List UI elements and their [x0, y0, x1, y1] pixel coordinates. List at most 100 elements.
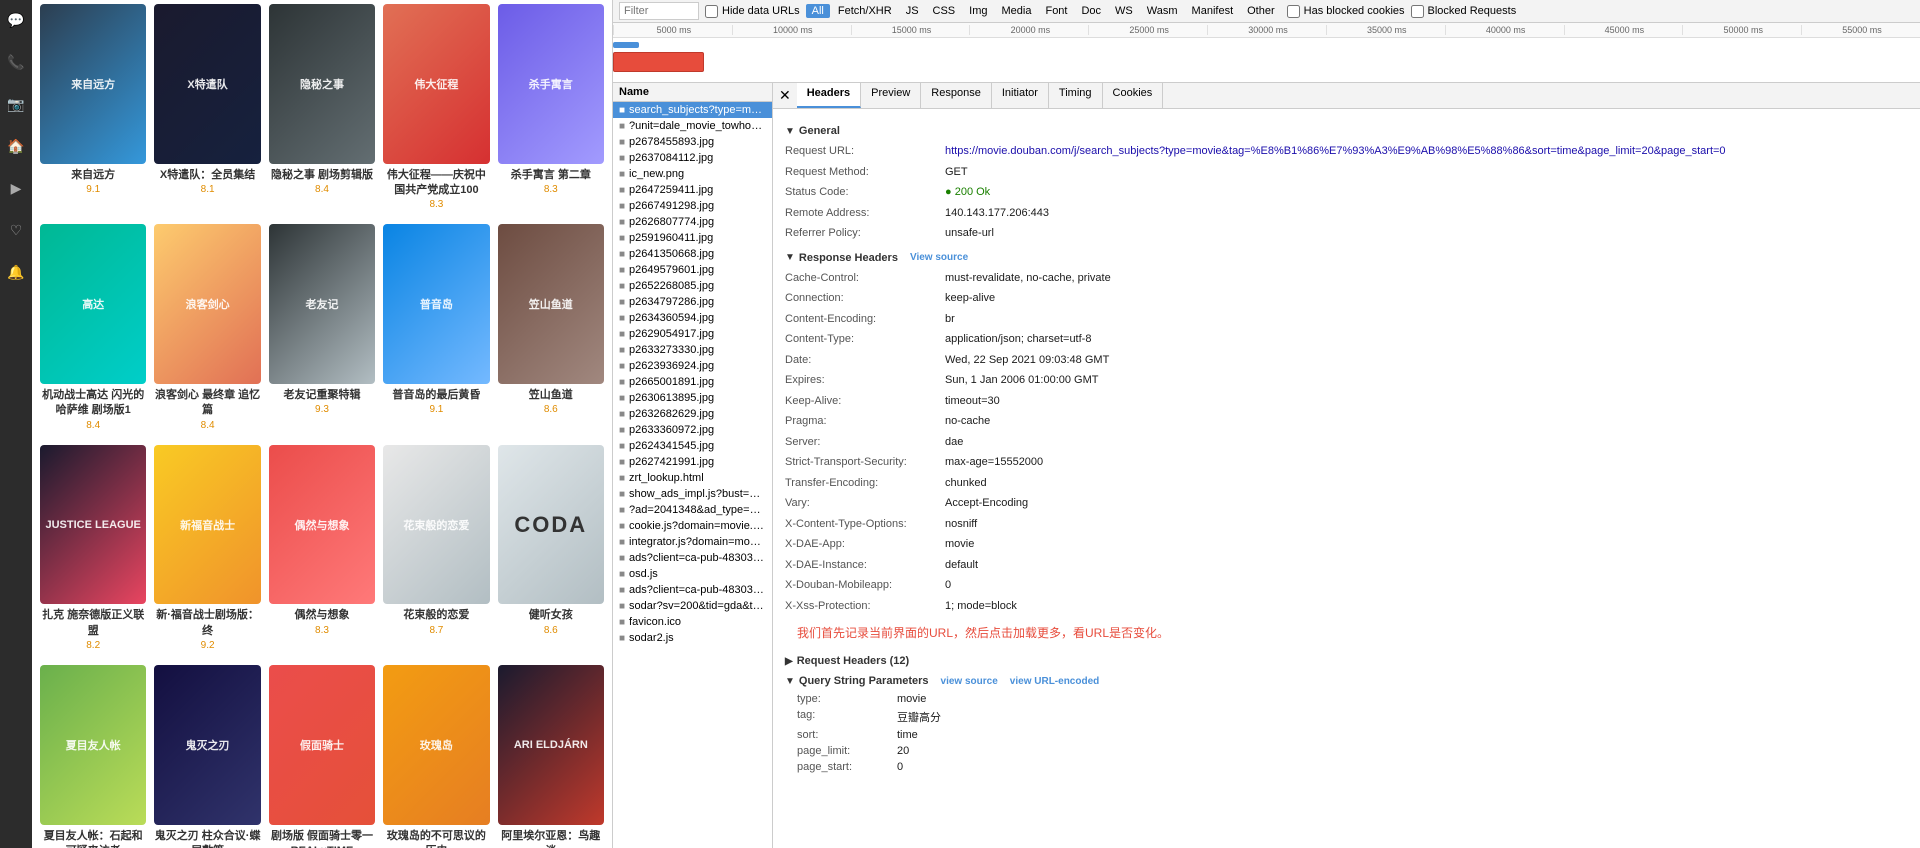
file-list-item[interactable]: ■p2678455893.jpg [613, 134, 772, 150]
file-list-item[interactable]: ■?unit=dale_movie_towhome_e... [613, 118, 772, 134]
file-list-item[interactable]: ■p2647259411.jpg [613, 182, 772, 198]
file-list-item[interactable]: ■p2667491298.jpg [613, 198, 772, 214]
response-headers-section[interactable]: ▼ Response Headers View source [785, 252, 1908, 264]
movie-card[interactable]: 老友记老友记重聚特辑9.3 [269, 224, 375, 432]
general-section-header[interactable]: ▼ General [785, 125, 1908, 137]
tab-media[interactable]: Media [996, 4, 1038, 18]
movie-card[interactable]: 浪客剑心浪客剑心 最终章 追忆篇8.4 [154, 224, 260, 432]
blocked-requests-checkbox[interactable] [1411, 5, 1424, 18]
detail-tab-response[interactable]: Response [921, 83, 992, 108]
file-list-item[interactable]: ■p2641350668.jpg [613, 246, 772, 262]
file-list-item[interactable]: ■ads?client=ca-pub-483038902... [613, 582, 772, 598]
file-list-item[interactable]: ■p2649579601.jpg [613, 262, 772, 278]
response-header-row: Content-Type:application/json; charset=u… [785, 329, 1908, 350]
detail-tab-cookies[interactable]: Cookies [1103, 83, 1164, 108]
view-source-link[interactable]: View source [910, 252, 968, 263]
bell-icon[interactable]: 🔔 [4, 260, 28, 284]
file-list-item[interactable]: ■search_subjects?type=movie&... [613, 102, 772, 118]
detail-tab-preview[interactable]: Preview [861, 83, 921, 108]
movie-card[interactable]: 来自远方来自远方9.1 [40, 4, 146, 212]
network-timeline: 5000 ms10000 ms15000 ms20000 ms25000 ms3… [613, 23, 1920, 83]
movie-card[interactable]: 普音岛普音岛的最后黄昏9.1 [383, 224, 489, 432]
request-headers-section[interactable]: ▶ Request Headers (12) [785, 655, 1908, 667]
file-list-item[interactable]: ■sodar?sv=200&tid=gda&tv=r... [613, 598, 772, 614]
file-name: p2627421991.jpg [629, 456, 714, 468]
file-list-item[interactable]: ■ic_new.png [613, 166, 772, 182]
movie-card[interactable]: 假面骑士剧场版 假面骑士零一 REAL×TIME8.7 [269, 665, 375, 848]
file-list-item[interactable]: ■p2630613895.jpg [613, 390, 772, 406]
file-list-item[interactable]: ■cookie.js?domain=movie.dou... [613, 518, 772, 534]
movie-card[interactable]: 玫瑰岛玫瑰岛的不可思议的历史8.0 [383, 665, 489, 848]
file-list-item[interactable]: ■p2633360972.jpg [613, 422, 772, 438]
tab-doc[interactable]: Doc [1075, 4, 1107, 18]
tab-all[interactable]: All [806, 4, 830, 18]
movie-card[interactable]: ARI ELDJÁRN阿里埃尔亚恩：鸟趣谈8.3 [498, 665, 604, 848]
tab-manifest[interactable]: Manifest [1186, 4, 1240, 18]
detail-tab-headers[interactable]: Headers [797, 83, 861, 108]
movie-card[interactable]: 笠山鱼道笠山鱼道8.6 [498, 224, 604, 432]
movie-card[interactable]: 高达机动战士高达 闪光的哈萨维 剧场版18.4 [40, 224, 146, 432]
file-list-item[interactable]: ■p2634360594.jpg [613, 310, 772, 326]
poster-text: JUSTICE LEAGUE [45, 519, 141, 531]
file-list-item[interactable]: ■favicon.ico [613, 614, 772, 630]
status-code-key: Status Code: [785, 184, 945, 201]
tab-other[interactable]: Other [1241, 4, 1281, 18]
detail-tab-initiator[interactable]: Initiator [992, 83, 1049, 108]
file-icon: ■ [619, 393, 625, 404]
file-list-item[interactable]: ■p2632682629.jpg [613, 406, 772, 422]
detail-tab-timing[interactable]: Timing [1049, 83, 1103, 108]
file-list-item[interactable]: ■p2652268085.jpg [613, 278, 772, 294]
phone-icon[interactable]: 📞 [4, 50, 28, 74]
query-view-url-encoded-link[interactable]: view URL-encoded [1010, 676, 1099, 687]
file-list-item[interactable]: ■p2629054917.jpg [613, 326, 772, 342]
file-list-item[interactable]: ■sodar2.js [613, 630, 772, 646]
tab-css[interactable]: CSS [927, 4, 962, 18]
movie-card[interactable]: JUSTICE LEAGUE扎克 施奈德版正义联盟8.2 [40, 445, 146, 653]
movie-card[interactable]: 偶然与想象偶然与想象8.3 [269, 445, 375, 653]
movie-card[interactable]: 鬼灭之刃鬼灭之刃 柱众合议·蝶屋敷篇8.3 [154, 665, 260, 848]
file-list-item[interactable]: ■p2634797286.jpg [613, 294, 772, 310]
home-icon[interactable]: 🏠 [4, 134, 28, 158]
movie-info: 剧场版 假面骑士零一 REAL×TIME8.7 [269, 829, 375, 848]
query-params-section[interactable]: ▼ Query String Parameters view source vi… [785, 675, 1908, 687]
hide-data-urls-checkbox[interactable] [705, 5, 718, 18]
movie-card[interactable]: X特遣队X特遣队：全员集结8.1 [154, 4, 260, 212]
file-list-item[interactable]: ■p2624341545.jpg [613, 438, 772, 454]
file-list-item[interactable]: ■?ad=2041348&ad_type=7&bid... [613, 502, 772, 518]
file-list-item[interactable]: ■p2626807774.jpg [613, 214, 772, 230]
messages-icon[interactable]: 💬 [4, 8, 28, 32]
file-list-item[interactable]: ■zrt_lookup.html [613, 470, 772, 486]
heart-icon[interactable]: ♡ [4, 218, 28, 242]
file-list-item[interactable]: ■p2637084112.jpg [613, 150, 772, 166]
movie-card[interactable]: CODA健听女孩8.6 [498, 445, 604, 653]
tab-js[interactable]: JS [900, 4, 925, 18]
file-list-item[interactable]: ■p2623936924.jpg [613, 358, 772, 374]
tab-wasm[interactable]: Wasm [1141, 4, 1184, 18]
close-icon[interactable]: ✕ [773, 83, 797, 108]
tab-fetch-xhr[interactable]: Fetch/XHR [832, 4, 898, 18]
file-list-item[interactable]: ■integrator.js?domain=movie.d... [613, 534, 772, 550]
movie-card[interactable]: 杀手寓言杀手寓言 第二章8.3 [498, 4, 604, 212]
movie-card[interactable]: 新福音战士新·福音战士剧场版：终9.2 [154, 445, 260, 653]
query-view-source-link[interactable]: view source [941, 676, 998, 687]
movie-card[interactable]: 伟大征程伟大征程——庆祝中国共产党成立1008.3 [383, 4, 489, 212]
response-header-row: Server:dae [785, 432, 1908, 453]
tab-font[interactable]: Font [1039, 4, 1073, 18]
filter-input[interactable] [619, 2, 699, 20]
movie-card[interactable]: 隐秘之事隐秘之事 剧场剪辑版8.4 [269, 4, 375, 212]
movie-card[interactable]: 花束般的恋爱花束般的恋爱8.7 [383, 445, 489, 653]
file-list-item[interactable]: ■p2627421991.jpg [613, 454, 772, 470]
movie-card[interactable]: 夏目友人帐夏目友人帐：石起和可疑来访者9.0 [40, 665, 146, 848]
tab-ws[interactable]: WS [1109, 4, 1139, 18]
file-list-item[interactable]: ■p2665001891.jpg [613, 374, 772, 390]
file-list-item[interactable]: ■osd.js [613, 566, 772, 582]
file-list-item[interactable]: ■show_ads_impl.js?bust=31062... [613, 486, 772, 502]
file-list-item[interactable]: ■p2633273330.jpg [613, 342, 772, 358]
tab-img[interactable]: Img [963, 4, 993, 18]
arrow-icon[interactable]: ▶ [4, 176, 28, 200]
file-list-item[interactable]: ■ads?client=ca-pub-483038902... [613, 550, 772, 566]
blocked-cookies-checkbox[interactable] [1287, 5, 1300, 18]
instagram-icon[interactable]: 📷 [4, 92, 28, 116]
detail-tabs: ✕HeadersPreviewResponseInitiatorTimingCo… [773, 83, 1920, 109]
file-list-item[interactable]: ■p2591960411.jpg [613, 230, 772, 246]
